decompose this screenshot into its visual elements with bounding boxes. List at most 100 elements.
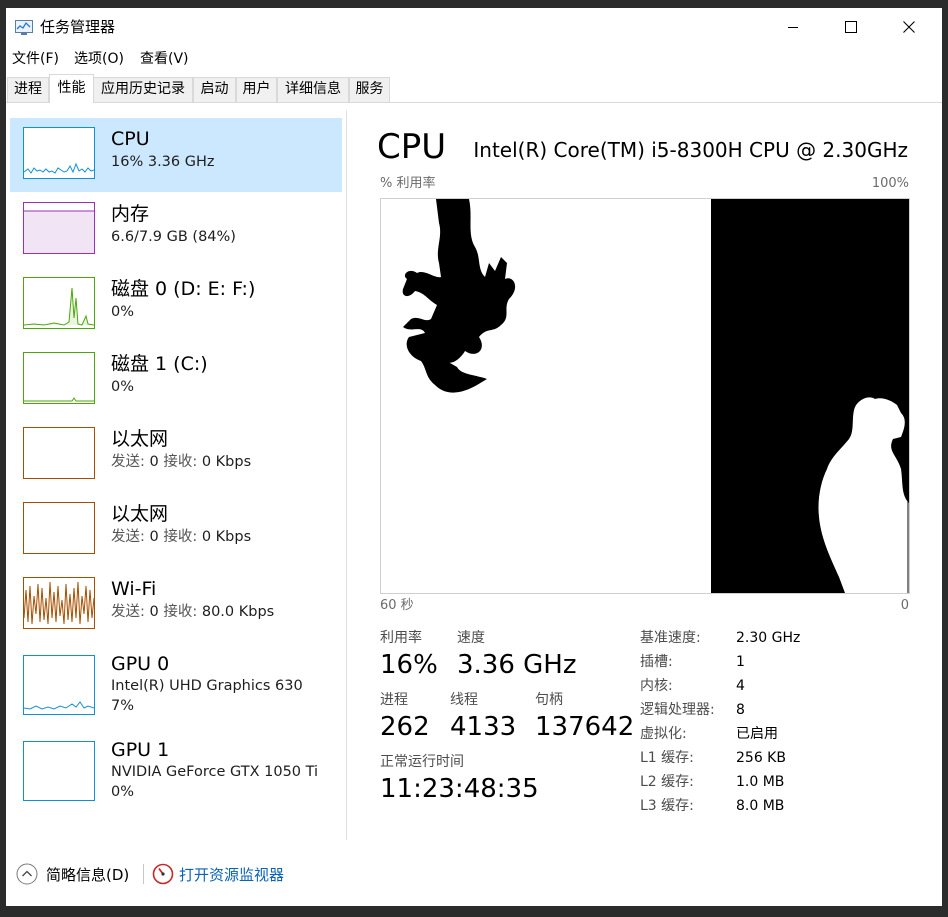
graph-x-label: 60 秒 [380,598,414,613]
receive-value: 80.0 Kbps [201,604,275,620]
handles-value: 137642 [535,712,635,742]
close-icon [903,18,915,37]
ethernet-2-thumbnail-graph [23,502,95,554]
minimize-icon [787,18,799,37]
sidebar-item-ethernet-2[interactable]: 以太网 发送: 0 接收: 0 Kbps [10,493,342,567]
graph-y-max: 100% [871,176,909,191]
send-value: 0 [149,529,159,545]
sidebar-item-gpu-1[interactable]: GPU 1 NVIDIA GeForce GTX 1050 Ti 0% [10,729,342,813]
sidebar-item-disk-1[interactable]: 磁盘 1 (C:) 0% [10,343,342,417]
sockets-label: 插槽: [640,654,673,670]
base-speed-value: 2.30 GHz [736,630,801,646]
sidebar-item-detail: Intel(R) UHD Graphics 630 [111,678,303,694]
memory-thumbnail-graph [23,202,95,254]
menu-bar: 文件(F) 选项(O) 查看(V) [6,46,942,72]
footer-bar: 简略信息(D) 打开资源监视器 [6,856,942,896]
sidebar-item-name: 磁盘 0 (D: E: F:) [111,278,256,300]
cpu-model-name: Intel(R) Core(TM) i5-8300H CPU @ 2.30GHz [473,138,908,162]
tab-bar: 进程 性能 应用历史记录 启动 用户 详细信息 服务 [6,74,942,103]
chevron-up-icon[interactable] [16,863,38,889]
menu-file[interactable]: 文件(F) [12,50,59,68]
virtualization-label: 虚拟化: [640,726,687,742]
gpu-1-thumbnail-graph [23,741,95,801]
menu-view[interactable]: 查看(V) [140,50,189,68]
sidebar-item-detail: 16% 3.36 GHz [111,154,215,170]
cpu-thumbnail-graph [23,127,95,179]
ethernet-1-thumbnail-graph [23,427,95,479]
sidebar-item-detail: 0% [111,379,135,395]
sidebar-item-gpu-0[interactable]: GPU 0 Intel(R) UHD Graphics 630 7% [10,643,342,727]
sidebar-item-detail: 发送: 0 接收: 0 Kbps [111,453,251,471]
sidebar-item-memory[interactable]: 内存 6.6/7.9 GB (84%) [10,193,342,267]
sidebar-item-detail: 发送: 0 接收: 80.0 Kbps [111,603,274,621]
uptime-label: 正常运行时间 [380,754,464,770]
close-button[interactable] [880,8,938,46]
sidebar-item-name: 内存 [111,203,150,225]
handles-label: 句柄 [535,692,563,708]
utilization-value: 16% [380,650,438,680]
l1-cache-label: L1 缓存: [640,750,694,766]
task-manager-icon [15,20,33,35]
processes-value: 262 [380,712,430,742]
fewer-details-button[interactable]: 简略信息(D) [46,865,129,885]
open-resource-monitor-link[interactable]: 打开资源监视器 [179,865,284,885]
sidebar-item-detail: 0% [111,304,135,320]
speed-label: 速度 [457,630,485,646]
tab-performance[interactable]: 性能 [49,74,94,103]
sidebar-item-detail: 发送: 0 接收: 0 Kbps [111,528,251,546]
l2-cache-value: 1.0 MB [736,774,785,790]
send-label: 发送: [111,604,145,620]
utilization-label: 利用率 [380,630,422,646]
sidebar-item-cpu[interactable]: CPU 16% 3.36 GHz [10,118,342,192]
title-bar[interactable]: 任务管理器 [6,8,942,46]
send-label: 发送: [111,529,145,545]
virtualization-value: 已启用 [736,726,778,742]
threads-value: 4133 [450,712,517,742]
footer-divider [143,864,144,884]
tab-app-history[interactable]: 应用历史记录 [93,77,193,102]
maximize-button[interactable] [822,8,880,46]
window-title: 任务管理器 [40,18,116,36]
sidebar-item-disk-0[interactable]: 磁盘 0 (D: E: F:) 0% [10,268,342,342]
tab-details[interactable]: 详细信息 [277,77,349,102]
receive-label: 接收: [163,529,198,545]
cores-label: 内核: [640,678,673,694]
task-manager-window: 任务管理器 文件(F) 选项(O) 查看(V) 进程 性能 应用历史记录 启动 … [6,8,942,906]
send-label: 发送: [111,454,145,470]
receive-value: 0 Kbps [201,529,252,545]
tab-startup[interactable]: 启动 [193,77,236,102]
graph-x-min: 0 [900,598,909,613]
graph-silhouette-image [402,199,909,593]
page-title: CPU [377,127,447,167]
cpu-utilization-graph [380,198,910,594]
sidebar-item-wifi[interactable]: Wi-Fi 发送: 0 接收: 80.0 Kbps [10,568,342,642]
sidebar-item-name: 以太网 [111,503,169,525]
logical-processors-label: 逻辑处理器: [640,702,715,718]
gpu-0-thumbnail-graph [23,655,95,715]
logical-processors-value: 8 [736,702,745,718]
sidebar-item-usage: 0% [111,784,135,800]
disk-0-thumbnail-graph [23,277,95,329]
cores-value: 4 [736,678,745,694]
send-value: 0 [149,454,159,470]
send-value: 0 [149,604,159,620]
l1-cache-value: 256 KB [736,750,786,766]
sidebar-item-ethernet-1[interactable]: 以太网 发送: 0 接收: 0 Kbps [10,418,342,492]
sidebar-item-name: GPU 0 [111,653,170,675]
sidebar-item-usage: 7% [111,698,135,714]
resource-monitor-icon[interactable] [152,863,174,889]
receive-value: 0 Kbps [201,454,252,470]
tab-services[interactable]: 服务 [349,77,390,102]
receive-label: 接收: [163,604,198,620]
l2-cache-label: L2 缓存: [640,774,694,790]
tab-processes[interactable]: 进程 [7,77,49,102]
tab-users[interactable]: 用户 [236,77,277,102]
maximize-icon [845,18,857,37]
wifi-thumbnail-graph [23,577,95,629]
l3-cache-value: 8.0 MB [736,798,785,814]
base-speed-label: 基准速度: [640,630,701,646]
sidebar-divider [346,110,347,840]
menu-options[interactable]: 选项(O) [74,50,124,68]
sidebar-item-name: 以太网 [111,428,169,450]
minimize-button[interactable] [764,8,822,46]
